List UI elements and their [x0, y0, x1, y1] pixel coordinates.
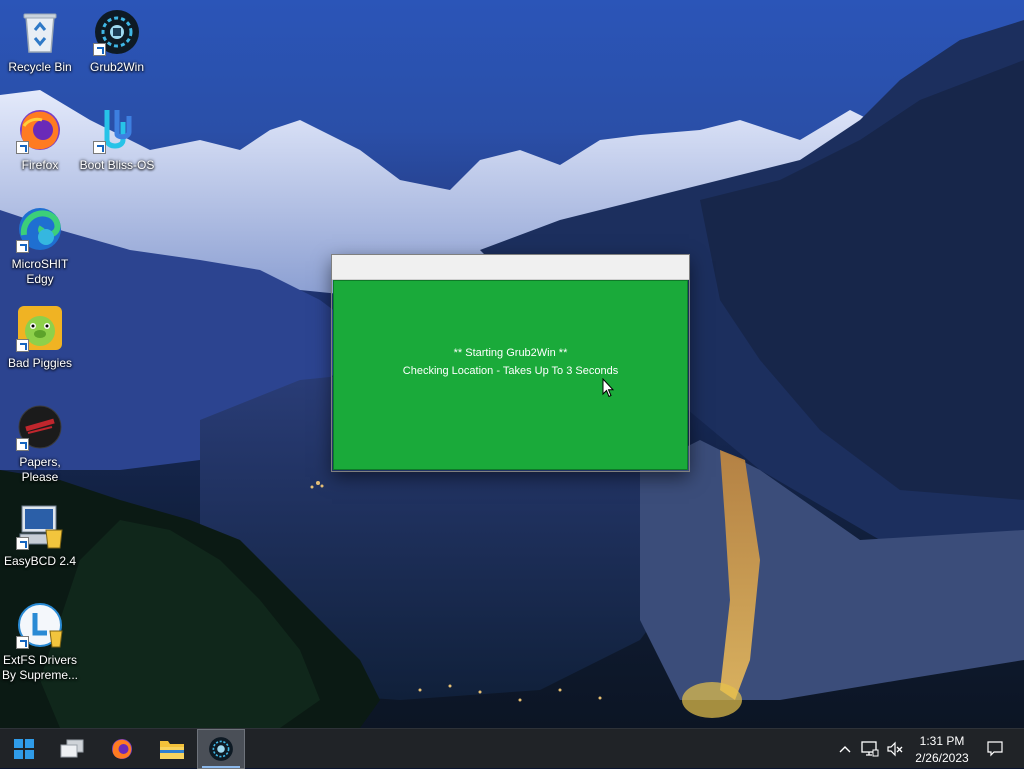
firefox-icon — [112, 739, 132, 759]
notification-icon — [987, 741, 1003, 757]
shortcut-arrow-icon — [93, 43, 106, 56]
taskbar: 1:31 PM 2/26/2023 — [0, 728, 1024, 769]
volume-muted-icon — [887, 741, 903, 757]
shortcut-arrow-icon — [16, 636, 29, 649]
volume-button[interactable] — [884, 729, 906, 769]
start-button[interactable] — [0, 729, 48, 769]
dialog-status-message: Checking Location - Takes Up To 3 Second… — [402, 365, 619, 377]
desktop-icon-bad-piggies[interactable]: Bad Piggies — [0, 304, 80, 371]
task-view-icon — [60, 739, 84, 758]
desktop-icon-label: Recycle Bin — [8, 60, 72, 74]
desktop-icon-label: Boot Bliss-OS — [79, 158, 155, 172]
taskbar-firefox-button[interactable] — [98, 729, 146, 769]
folder-icon — [160, 741, 184, 759]
dialog-status-title: ** Starting Grub2Win ** — [453, 347, 568, 359]
desktop-icon-edge[interactable]: MicroSHIT Edgy — [0, 205, 80, 287]
desktop-icon-boot-bliss-os[interactable]: Boot Bliss-OS — [77, 106, 157, 173]
clock-date: 2/26/2023 — [915, 751, 969, 765]
clock-time: 1:31 PM — [919, 734, 965, 748]
recycle-bin-icon — [16, 8, 64, 56]
grub2win-startup-dialog[interactable]: ** Starting Grub2Win ** Checking Locatio… — [332, 255, 689, 471]
shortcut-arrow-icon — [16, 438, 29, 451]
shortcut-arrow-icon — [93, 141, 106, 154]
windows-start-icon — [14, 739, 34, 759]
network-button[interactable] — [858, 729, 882, 769]
firefox-icon — [16, 106, 64, 154]
desktop-icon-label: MicroSHIT Edgy — [11, 257, 69, 286]
dialog-body: ** Starting Grub2Win ** Checking Locatio… — [333, 280, 688, 470]
taskbar-file-explorer-button[interactable] — [148, 729, 196, 769]
desktop-icon-label: ExtFS Drivers By Supreme... — [1, 653, 79, 682]
shortcut-arrow-icon — [16, 240, 29, 253]
bad-piggies-icon — [16, 304, 64, 352]
desktop-icon-label: Bad Piggies — [7, 356, 73, 370]
edge-icon — [16, 205, 64, 253]
task-view-button[interactable] — [48, 729, 96, 769]
show-hidden-icons-button[interactable] — [834, 729, 856, 769]
grub2win-icon — [209, 737, 233, 761]
extfs-drivers-icon — [16, 601, 64, 649]
dialog-title-bar[interactable] — [332, 255, 689, 280]
desktop-icon-grub2win[interactable]: Grub2Win — [77, 8, 157, 75]
desktop-icon-label: EasyBCD 2.4 — [3, 554, 77, 568]
easybcd-icon — [16, 502, 64, 550]
shortcut-arrow-icon — [16, 339, 29, 352]
desktop-icon-papers-please[interactable]: Papers, Please — [0, 403, 80, 485]
desktop-icon-label: Grub2Win — [89, 60, 145, 74]
desktop-icon-label: Firefox — [21, 158, 59, 172]
chevron-up-icon — [839, 746, 851, 753]
action-center-button[interactable] — [982, 729, 1008, 769]
mouse-cursor-icon — [602, 378, 614, 398]
taskbar-grub2win-button[interactable] — [197, 729, 245, 769]
bliss-os-icon — [93, 106, 141, 154]
desktop-icon-firefox[interactable]: Firefox — [0, 106, 80, 173]
shortcut-arrow-icon — [16, 141, 29, 154]
desktop-icon-recycle-bin[interactable]: Recycle Bin — [0, 8, 80, 75]
desktop-icon-label: Papers, Please — [19, 455, 61, 484]
desktop-icon-extfs-drivers[interactable]: ExtFS Drivers By Supreme... — [0, 601, 80, 683]
desktop-icon-easybcd[interactable]: EasyBCD 2.4 — [0, 502, 80, 569]
taskbar-clock[interactable]: 1:31 PM 2/26/2023 — [904, 733, 980, 767]
network-icon — [861, 741, 879, 757]
shortcut-arrow-icon — [16, 537, 29, 550]
grub2win-icon — [93, 8, 141, 56]
papers-please-icon — [16, 403, 64, 451]
